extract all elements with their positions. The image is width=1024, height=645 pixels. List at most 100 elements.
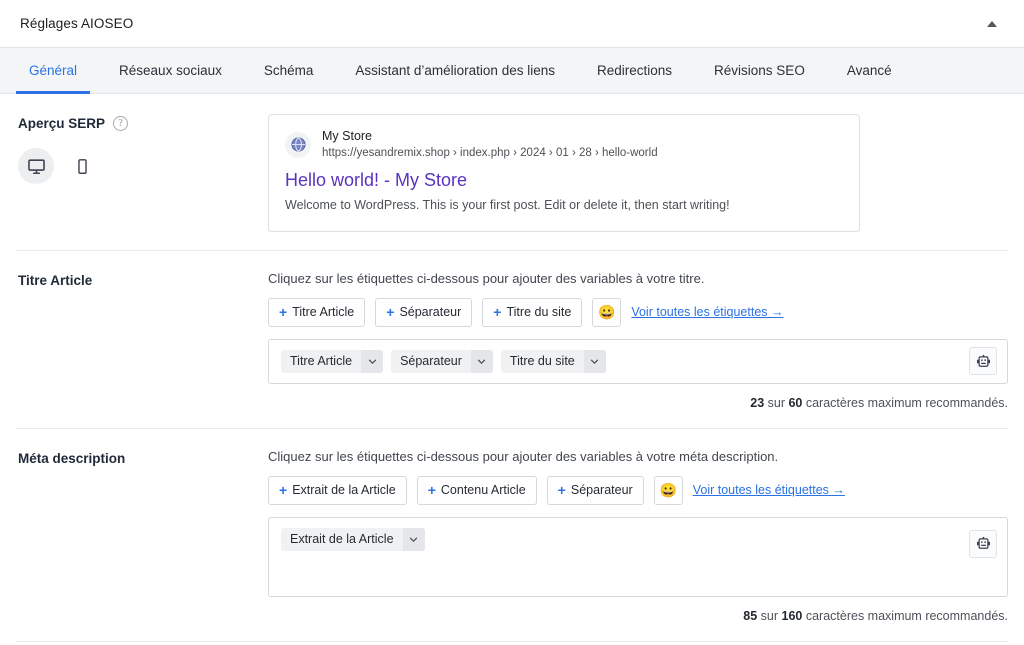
robot-icon bbox=[976, 354, 991, 369]
tab-general[interactable]: Général bbox=[8, 48, 98, 93]
tab-label: Avancé bbox=[847, 63, 892, 78]
meta-description-label-col: Méta description bbox=[16, 449, 268, 466]
serp-description: Welcome to WordPress. This is your first… bbox=[285, 197, 843, 215]
serp-site-name: My Store bbox=[322, 129, 658, 145]
ai-generate-title-button[interactable] bbox=[969, 347, 997, 375]
chevron-down-icon[interactable] bbox=[361, 350, 383, 373]
tag-label: Titre Article bbox=[292, 305, 354, 319]
post-title-tag-buttons: + Titre Article + Séparateur + Titre du … bbox=[268, 298, 1008, 327]
see-all-tags-link[interactable]: Voir toutes les étiquettes → bbox=[693, 483, 845, 497]
add-tag-separator-button[interactable]: + Séparateur bbox=[547, 476, 644, 505]
post-title-hint: Cliquez sur les étiquettes ci-dessous po… bbox=[268, 271, 1008, 286]
aioseo-settings-panel: Réglages AIOSEO Général Réseaux sociaux … bbox=[0, 0, 1024, 645]
tab-label: Schéma bbox=[264, 63, 314, 78]
post-title-label-line: Titre Article bbox=[18, 273, 268, 288]
see-all-tags-link[interactable]: Voir toutes les étiquettes → bbox=[631, 305, 783, 319]
post-title-content: Cliquez sur les étiquettes ci-dessous po… bbox=[268, 271, 1008, 410]
add-tag-post-content-button[interactable]: + Contenu Article bbox=[417, 476, 537, 505]
add-tag-site-title-button[interactable]: + Titre du site bbox=[482, 298, 582, 327]
counter-current: 85 bbox=[743, 609, 757, 623]
plus-icon: + bbox=[558, 483, 566, 497]
post-title-row: Titre Article Cliquez sur les étiquettes… bbox=[16, 251, 1008, 429]
tab-redirects[interactable]: Redirections bbox=[576, 48, 693, 93]
tab-bar: Général Réseaux sociaux Schéma Assistant… bbox=[0, 48, 1024, 94]
collapse-panel-button[interactable] bbox=[978, 10, 1006, 38]
panel-header: Réglages AIOSEO bbox=[0, 0, 1024, 48]
meta-description-label-line: Méta description bbox=[18, 451, 268, 466]
serp-preview-card[interactable]: My Store https://yesandremix.shop › inde… bbox=[268, 114, 860, 232]
mobile-icon bbox=[74, 158, 91, 175]
add-tag-separator-button[interactable]: + Séparateur bbox=[375, 298, 472, 327]
plus-icon: + bbox=[279, 483, 287, 497]
token-label: Séparateur bbox=[391, 350, 471, 373]
tab-link-assistant[interactable]: Assistant d’amélioration des liens bbox=[334, 48, 576, 93]
serp-site-lines: My Store https://yesandremix.shop › inde… bbox=[322, 129, 658, 160]
chevron-down-icon[interactable] bbox=[584, 350, 606, 373]
chevron-down-icon[interactable] bbox=[471, 350, 493, 373]
token-label: Titre Article bbox=[281, 350, 361, 373]
counter-middle: sur bbox=[764, 396, 788, 410]
plus-icon: + bbox=[279, 305, 287, 319]
tab-label: Réseaux sociaux bbox=[119, 63, 222, 78]
post-title-label-col: Titre Article bbox=[16, 271, 268, 288]
tab-seo-revisions[interactable]: Révisions SEO bbox=[693, 48, 826, 93]
desktop-preview-button[interactable] bbox=[18, 148, 54, 184]
plus-icon: + bbox=[428, 483, 436, 497]
serp-title[interactable]: Hello world! - My Store bbox=[285, 169, 843, 192]
counter-suffix: caractères maximum recommandés. bbox=[802, 396, 1008, 410]
globe-icon bbox=[290, 136, 307, 153]
tag-label: Contenu Article bbox=[441, 483, 526, 497]
serp-preview-label-line: Aperçu SERP ? bbox=[18, 116, 268, 131]
plus-icon: + bbox=[493, 305, 501, 319]
post-title-input[interactable]: Titre Article Séparateur Titre du site bbox=[268, 339, 1008, 384]
add-tag-post-title-button[interactable]: + Titre Article bbox=[268, 298, 365, 327]
tab-schema[interactable]: Schéma bbox=[243, 48, 335, 93]
panel-title: Réglages AIOSEO bbox=[20, 16, 133, 31]
ai-generate-description-button[interactable] bbox=[969, 530, 997, 558]
chevron-up-icon bbox=[987, 21, 997, 27]
add-tag-post-excerpt-button[interactable]: + Extrait de la Article bbox=[268, 476, 407, 505]
counter-max: 60 bbox=[788, 396, 802, 410]
chevron-down-icon[interactable] bbox=[403, 528, 425, 551]
post-title-counter: 23 sur 60 caractères maximum recommandés… bbox=[268, 396, 1008, 410]
device-toggle-group bbox=[18, 148, 268, 184]
token-site-title[interactable]: Titre du site bbox=[501, 350, 606, 373]
tab-label: Redirections bbox=[597, 63, 672, 78]
counter-current: 23 bbox=[750, 396, 764, 410]
tag-label: Titre du site bbox=[506, 305, 571, 319]
serp-site-row: My Store https://yesandremix.shop › inde… bbox=[285, 129, 843, 160]
desktop-icon bbox=[27, 157, 46, 176]
token-post-excerpt[interactable]: Extrait de la Article bbox=[281, 528, 425, 551]
token-label: Titre du site bbox=[501, 350, 584, 373]
question-mark-icon[interactable]: ? bbox=[113, 116, 128, 131]
smiley-icon[interactable]: 😀 bbox=[654, 476, 683, 505]
counter-suffix: caractères maximum recommandés. bbox=[802, 609, 1008, 623]
serp-url: https://yesandremix.shop › index.php › 2… bbox=[322, 146, 658, 160]
counter-middle: sur bbox=[757, 609, 781, 623]
tab-social-networks[interactable]: Réseaux sociaux bbox=[98, 48, 243, 93]
meta-description-hint: Cliquez sur les étiquettes ci-dessous po… bbox=[268, 449, 1008, 464]
token-separator[interactable]: Séparateur bbox=[391, 350, 493, 373]
plus-icon: + bbox=[386, 305, 394, 319]
meta-description-counter: 85 sur 160 caractères maximum recommandé… bbox=[268, 609, 1008, 623]
tag-label: Séparateur bbox=[399, 305, 461, 319]
smiley-icon[interactable]: 😀 bbox=[592, 298, 621, 327]
meta-description-label: Méta description bbox=[18, 451, 125, 466]
mobile-preview-button[interactable] bbox=[64, 148, 100, 184]
meta-description-tag-buttons: + Extrait de la Article + Contenu Articl… bbox=[268, 476, 1008, 505]
meta-description-input[interactable]: Extrait de la Article bbox=[268, 517, 1008, 597]
token-post-title[interactable]: Titre Article bbox=[281, 350, 383, 373]
panel-body: Aperçu SERP ? bbox=[0, 94, 1024, 645]
token-label: Extrait de la Article bbox=[281, 528, 403, 551]
post-title-label: Titre Article bbox=[18, 273, 92, 288]
favicon-wrapper bbox=[285, 132, 311, 158]
meta-description-content: Cliquez sur les étiquettes ci-dessous po… bbox=[268, 449, 1008, 623]
emoji-glyph: 😀 bbox=[598, 304, 615, 321]
serp-preview-label: Aperçu SERP bbox=[18, 116, 105, 131]
emoji-glyph: 😀 bbox=[660, 482, 677, 499]
tab-advanced[interactable]: Avancé bbox=[826, 48, 913, 93]
meta-description-row: Méta description Cliquez sur les étiquet… bbox=[16, 429, 1008, 642]
tab-label: Assistant d’amélioration des liens bbox=[355, 63, 555, 78]
serp-preview-label-col: Aperçu SERP ? bbox=[16, 114, 268, 184]
serp-preview-row: Aperçu SERP ? bbox=[16, 94, 1008, 251]
